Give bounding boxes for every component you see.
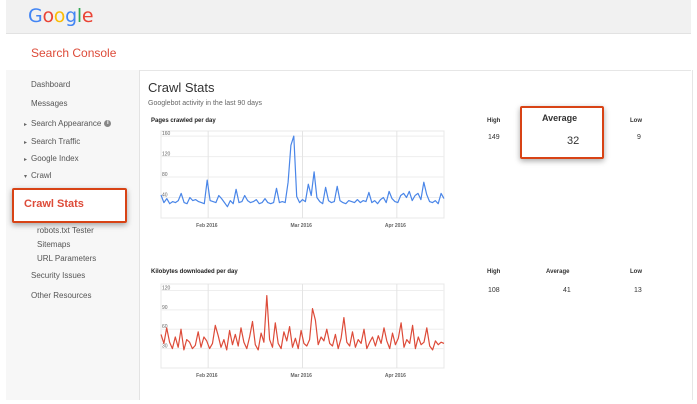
product-title[interactable]: Search Console: [31, 46, 116, 60]
stat-high-label: High: [487, 269, 501, 275]
y-tick-label: 40: [162, 193, 168, 199]
logo-letter: o: [42, 5, 54, 27]
sidebar-item-search-appearance[interactable]: ▸ Search Appearance i: [24, 119, 112, 128]
sidebar-item-messages[interactable]: Messages: [31, 99, 67, 108]
info-icon[interactable]: i: [104, 120, 112, 128]
average-highlight: Average 32: [520, 106, 604, 159]
sidebar-item-dashboard[interactable]: Dashboard: [31, 80, 70, 89]
crawl-stats-label: Crawl Stats: [24, 198, 84, 210]
y-tick-label: 30: [162, 344, 168, 350]
x-tick-label: Mar 2016: [291, 373, 313, 379]
chart-title-kilobytes: Kilobytes downloaded per day: [151, 269, 238, 275]
x-tick-label: Feb 2016: [196, 373, 218, 379]
chart-title-pages: Pages crawled per day: [151, 118, 216, 124]
sidebar-item-security-issues[interactable]: Security Issues: [31, 271, 85, 280]
page-title: Crawl Stats: [148, 80, 215, 95]
sidebar-item-sitemaps[interactable]: Sitemaps: [37, 240, 70, 249]
sidebar-item-google-index[interactable]: ▸ Google Index: [24, 154, 79, 163]
logo-letter: g: [65, 5, 77, 27]
sidebar-item-crawl[interactable]: ▾ Crawl: [24, 171, 51, 180]
pages-crawled-chart: 40 80 120 160 Feb 2016 Mar 2016 Apr 2016: [160, 130, 445, 229]
sidebar-item-robots-tester[interactable]: robots.txt Tester: [37, 226, 94, 235]
stat-high-label: High: [487, 118, 501, 124]
google-logo[interactable]: Google: [28, 5, 94, 27]
sidebar-item-url-parameters[interactable]: URL Parameters: [37, 254, 96, 263]
crawl-stats-highlight[interactable]: Crawl Stats: [12, 188, 127, 223]
caret-right-icon: ▸: [24, 157, 28, 163]
caret-right-icon: ▸: [24, 122, 28, 128]
y-tick-label: 90: [162, 305, 168, 311]
sidebar: Dashboard Messages ▸ Search Appearance i ▸…: [6, 70, 140, 400]
y-tick-label: 160: [162, 131, 171, 137]
y-tick-label: 120: [162, 285, 171, 291]
sidebar-item-label: Crawl: [31, 171, 52, 180]
stat-average-value: 41: [563, 287, 571, 294]
top-bar: Google: [6, 0, 691, 34]
stat-high-value: 108: [488, 287, 500, 294]
sidebar-item-other-resources[interactable]: Other Resources: [31, 291, 91, 300]
x-tick-label: Apr 2016: [385, 223, 406, 229]
average-value: 32: [567, 135, 580, 147]
logo-letter: G: [28, 5, 43, 27]
logo-letter: e: [81, 5, 94, 27]
stat-low-label: Low: [630, 269, 642, 275]
sidebar-item-label: Search Traffic: [31, 137, 81, 146]
page-subtitle: Googlebot activity in the last 90 days: [148, 100, 263, 107]
stat-high-value: 149: [488, 134, 500, 141]
x-tick-label: Mar 2016: [291, 223, 313, 229]
x-tick-label: Feb 2016: [196, 223, 218, 229]
caret-right-icon: ▸: [24, 140, 28, 146]
sidebar-item-search-traffic[interactable]: ▸ Search Traffic: [24, 137, 80, 146]
sidebar-item-label: Google Index: [31, 154, 79, 163]
product-bar: Search Console: [6, 34, 691, 71]
stat-low-value: 9: [637, 134, 641, 141]
y-tick-label: 120: [162, 152, 171, 158]
average-label: Average: [542, 113, 578, 123]
stat-low-label: Low: [630, 118, 642, 124]
kilobytes-downloaded-chart: 306090120Feb 2016 Mar 2016 Apr 2016: [160, 283, 445, 379]
logo-letter: o: [53, 5, 66, 27]
stat-low-value: 13: [634, 287, 642, 294]
sidebar-item-label: Search Appearance: [31, 119, 102, 128]
caret-down-icon: ▾: [24, 174, 28, 180]
stat-average-label: Average: [546, 269, 570, 275]
x-tick-label: Apr 2016: [385, 373, 406, 379]
y-tick-label: 80: [162, 172, 168, 178]
